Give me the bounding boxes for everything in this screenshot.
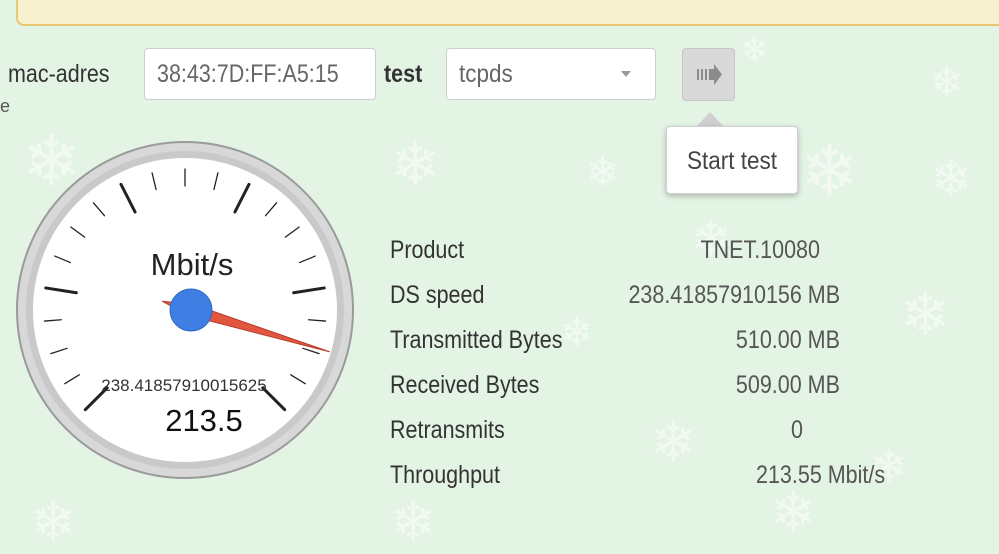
- snowflake-icon: ❄: [800, 130, 859, 212]
- snowflake-icon: ❄: [930, 150, 972, 208]
- result-row-transmitted-bytes: Transmitted Bytes 510.00 MB: [390, 320, 910, 365]
- result-value: 509.00 MB: [736, 371, 840, 399]
- results-table: Product TNET.10080 DS speed 238.41857910…: [390, 230, 910, 500]
- result-label: DS speed: [390, 281, 485, 309]
- test-label: test: [384, 60, 423, 88]
- tooltip-text: Start test: [686, 147, 778, 175]
- result-value: TNET.10080: [700, 236, 820, 264]
- result-row-product: Product TNET.10080: [390, 230, 910, 275]
- result-value: 0: [791, 416, 803, 444]
- gauge-unit: Mbit/s: [151, 247, 234, 282]
- result-row-received-bytes: Received Bytes 509.00 MB: [390, 365, 910, 410]
- result-value: 213.55 Mbit/s: [755, 461, 885, 489]
- result-value: 510.00 MB: [736, 326, 840, 354]
- snowflake-icon: ❄: [930, 60, 964, 106]
- result-row-throughput: Throughput 213.55 Mbit/s: [390, 455, 910, 500]
- gauge-hub: [169, 288, 213, 332]
- result-label: Transmitted Bytes: [390, 326, 563, 354]
- mac-address-value: 38:43:7D:FF:A5:15: [157, 60, 339, 88]
- gauge-value: 213.5: [165, 403, 243, 438]
- chevron-down-icon: [621, 71, 631, 77]
- start-test-tooltip: Start test: [666, 126, 798, 194]
- arrow-right-icon: [697, 64, 722, 85]
- speed-gauge: Mbit/s 238.41857910015625 213.5: [16, 141, 354, 479]
- result-label: Received Bytes: [390, 371, 540, 399]
- test-type-selected: tcpds: [459, 60, 513, 88]
- snowflake-icon: ❄: [740, 30, 769, 70]
- mac-address-label: mac-adres: [8, 60, 110, 88]
- mac-address-label-overflow: e: [0, 96, 11, 116]
- result-label: Retransmits: [390, 416, 505, 444]
- result-label: Product: [390, 236, 465, 264]
- snowflake-icon: ❄: [586, 150, 620, 196]
- mac-address-input[interactable]: 38:43:7D:FF:A5:15: [144, 48, 376, 100]
- result-value: 238.41857910156 MB: [628, 281, 840, 309]
- notice-banner: [16, 0, 999, 26]
- result-label: Throughput: [390, 461, 500, 489]
- result-row-ds-speed: DS speed 238.41857910156 MB: [390, 275, 910, 320]
- result-row-retransmits: Retransmits 0: [390, 410, 910, 455]
- gauge-max-label: 238.41857910015625: [101, 376, 266, 395]
- start-test-button[interactable]: [682, 48, 735, 101]
- snowflake-icon: ❄: [390, 130, 441, 200]
- test-type-select[interactable]: tcpds: [446, 48, 656, 100]
- tooltip-arrow: [696, 112, 724, 127]
- snowflake-icon: ❄: [30, 490, 77, 554]
